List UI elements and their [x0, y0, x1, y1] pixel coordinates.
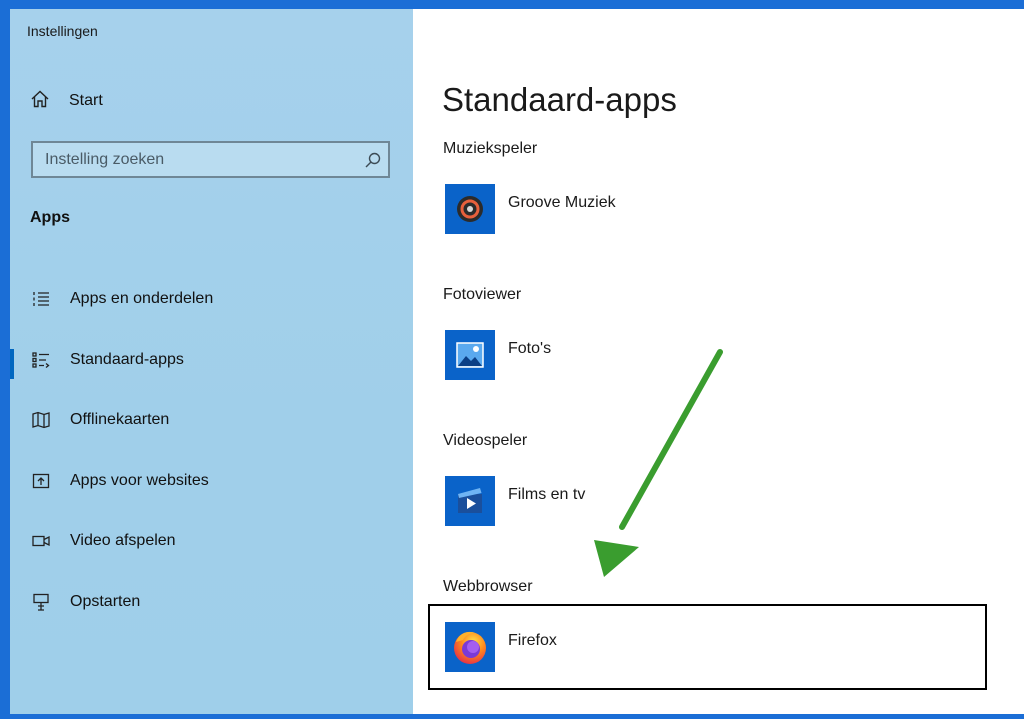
sidebar-item-label: Video afspelen: [70, 532, 176, 550]
category-label-photos: Fotoviewer: [443, 286, 522, 303]
video-icon: [30, 530, 52, 552]
search-icon[interactable]: [358, 151, 388, 169]
settings-window: Instellingen Start Apps: [10, 9, 1024, 714]
list-icon: [30, 288, 52, 310]
default-apps-icon: [30, 349, 52, 371]
default-app-music-button[interactable]: Groove Muziek: [445, 184, 825, 240]
sidebar-item-label: Standaard-apps: [70, 350, 184, 368]
sidebar-item-apps-for-websites[interactable]: Apps voor websites: [10, 451, 413, 512]
home-nav-item[interactable]: Start: [30, 88, 390, 114]
home-icon: [30, 89, 50, 114]
category-label-browser: Webbrowser: [443, 578, 533, 595]
page-title: Standaard-apps: [442, 81, 677, 118]
sidebar-item-label: Apps en onderdelen: [70, 290, 214, 308]
app-name: Groove Muziek: [508, 194, 616, 211]
sidebar-item-startup[interactable]: Opstarten: [10, 572, 413, 633]
sidebar-item-apps-features[interactable]: Apps en onderdelen: [10, 269, 413, 330]
sidebar-item-offline-maps[interactable]: Offlinekaarten: [10, 390, 413, 451]
sidebar-nav: Apps en onderdelen Standaard-apps Offlin…: [10, 269, 413, 632]
startup-icon: [30, 591, 52, 613]
sidebar: Instellingen Start Apps: [10, 9, 413, 714]
section-title: Apps: [30, 209, 70, 226]
window-title: Instellingen: [27, 23, 98, 39]
films-tv-icon: [445, 476, 495, 526]
map-icon: [30, 409, 52, 431]
sidebar-item-label: Offlinekaarten: [70, 411, 170, 429]
app-name: Foto's: [508, 340, 552, 357]
selected-indicator: [10, 348, 14, 379]
search-box[interactable]: [31, 141, 390, 178]
groove-music-icon: [445, 184, 495, 234]
category-label-video: Videospeler: [443, 432, 528, 449]
search-input[interactable]: [33, 142, 358, 177]
highlight-box: [428, 604, 987, 690]
sidebar-item-label: Apps voor websites: [70, 471, 209, 489]
category-label-music: Muziekspeler: [443, 140, 538, 157]
sidebar-item-label: Opstarten: [70, 592, 141, 610]
sidebar-item-video-playback[interactable]: Video afspelen: [10, 511, 413, 572]
sidebar-item-default-apps[interactable]: Standaard-apps: [10, 330, 413, 391]
photos-icon: [445, 330, 495, 380]
home-label: Start: [69, 92, 103, 109]
web-apps-icon: [30, 470, 52, 492]
arrow-annotation: [594, 349, 723, 577]
